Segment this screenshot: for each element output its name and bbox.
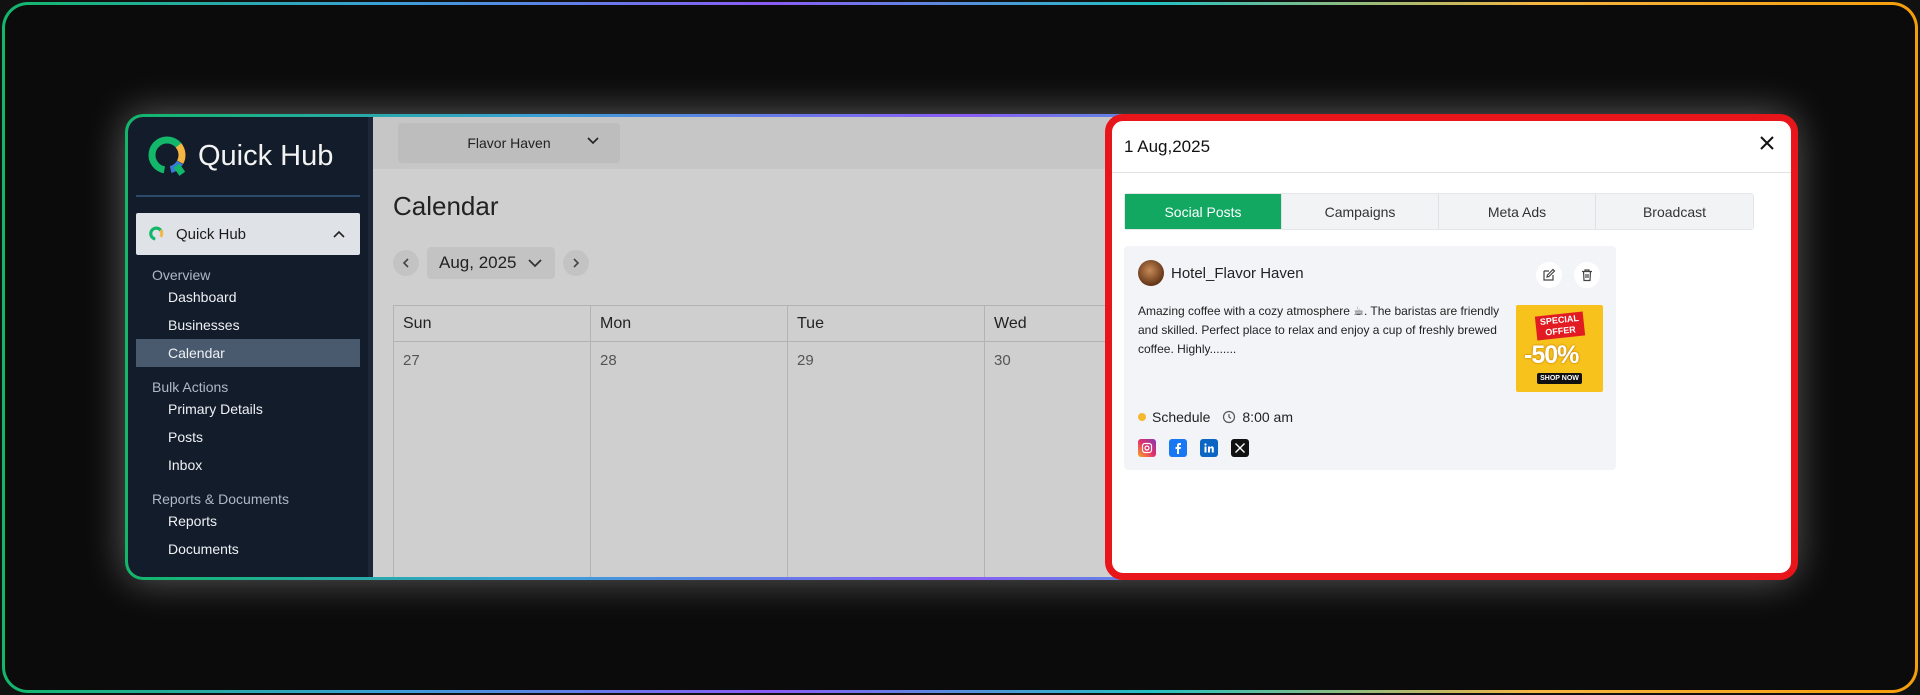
edit-post-button[interactable]: [1536, 262, 1562, 288]
workspace-logo-icon: [149, 226, 164, 241]
tab-campaigns[interactable]: Campaigns: [1282, 194, 1439, 229]
post-card: Hotel_Flavor Haven Amazing coffee with a…: [1124, 246, 1616, 470]
sidebar-item-documents[interactable]: Documents: [136, 535, 360, 563]
calendar-day-cell[interactable]: 28: [591, 342, 788, 577]
x-icon[interactable]: [1231, 439, 1249, 457]
clock-icon: [1223, 410, 1236, 424]
sidebar: Quick Hub Quick Hub Overview Dashboard B…: [128, 117, 368, 577]
panel-tabs: Social Posts Campaigns Meta Ads Broadcas…: [1124, 193, 1754, 230]
post-author-row: Hotel_Flavor Haven: [1138, 260, 1304, 286]
post-text: Amazing coffee with a cozy atmosphere ☕.…: [1138, 304, 1500, 356]
facebook-icon[interactable]: [1169, 439, 1187, 457]
platform-list: [1138, 439, 1249, 457]
month-label: Aug, 2025: [439, 253, 517, 272]
sidebar-item-dashboard[interactable]: Dashboard: [136, 283, 360, 311]
status-badge: Schedule: [1152, 409, 1211, 425]
trash-icon: [1582, 269, 1592, 282]
avatar: [1138, 260, 1164, 286]
post-image[interactable]: SPECIAL OFFER -50% SHOP NOW: [1516, 305, 1603, 392]
sidebar-item-inbox[interactable]: Inbox: [136, 451, 360, 479]
calendar-day-cell[interactable]: 27: [394, 342, 591, 577]
panel-date: 1 Aug,2025: [1124, 136, 1211, 156]
month-select[interactable]: Aug, 2025: [427, 247, 555, 279]
chevron-right-icon: [572, 258, 579, 268]
panel-header: 1 Aug,2025: [1112, 121, 1791, 173]
weekday-mon: Mon: [591, 306, 788, 341]
post-author: Hotel_Flavor Haven: [1171, 264, 1304, 282]
workspace-label: Quick Hub: [176, 225, 247, 243]
linkedin-icon[interactable]: [1200, 439, 1218, 457]
calendar-week-row: 27 28 29 30: [394, 342, 1192, 577]
promo-special-offer: SPECIAL OFFER: [1534, 311, 1586, 341]
brand-name: Quick Hub: [198, 139, 334, 172]
tab-broadcast[interactable]: Broadcast: [1596, 194, 1753, 229]
post-status-row: Schedule 8:00 am: [1138, 409, 1293, 425]
calendar-weekday-header: Sun Mon Tue Wed: [394, 306, 1192, 342]
calendar-day-cell[interactable]: 29: [788, 342, 985, 577]
chevron-left-icon: [402, 258, 409, 268]
nav-section-overview: Overview: [152, 267, 211, 283]
sidebar-item-reports[interactable]: Reports: [136, 507, 360, 535]
nav-section-reports: Reports & Documents: [152, 491, 289, 507]
promo-line2: OFFER: [1544, 324, 1577, 338]
page-title: Calendar: [393, 191, 499, 221]
business-select-value: Flavor Haven: [467, 135, 551, 151]
weekday-tue: Tue: [788, 306, 985, 341]
delete-post-button[interactable]: [1574, 262, 1600, 288]
status-dot: [1138, 413, 1146, 421]
tab-meta-ads[interactable]: Meta Ads: [1439, 194, 1596, 229]
close-icon[interactable]: [1755, 131, 1779, 155]
promo-cta: SHOP NOW: [1537, 373, 1582, 384]
sidebar-item-posts[interactable]: Posts: [136, 423, 360, 451]
promo-discount: -50%: [1524, 341, 1579, 369]
sidebar-item-calendar[interactable]: Calendar: [136, 339, 360, 367]
chevron-down-icon: [587, 137, 599, 145]
edit-icon: [1543, 268, 1556, 281]
month-navigator: Aug, 2025: [393, 247, 589, 279]
brand-row: Quick Hub: [136, 117, 360, 197]
calendar-grid: Sun Mon Tue Wed 27 28 29 30: [393, 305, 1193, 577]
post-time: 8:00 am: [1242, 409, 1293, 425]
sidebar-item-primary-details[interactable]: Primary Details: [136, 395, 360, 423]
weekday-sun: Sun: [394, 306, 591, 341]
prev-month-button[interactable]: [393, 250, 419, 276]
chevron-down-icon: [527, 259, 542, 268]
instagram-icon[interactable]: [1138, 439, 1156, 457]
nav-section-bulk-actions: Bulk Actions: [152, 379, 229, 395]
day-detail-panel: 1 Aug,2025 Social Posts Campaigns Meta A…: [1105, 114, 1798, 580]
next-month-button[interactable]: [562, 250, 589, 276]
sidebar-item-businesses[interactable]: Businesses: [136, 311, 360, 339]
workspace-toggle[interactable]: Quick Hub: [136, 213, 360, 255]
quick-hub-logo-icon: [148, 136, 186, 176]
business-select[interactable]: Flavor Haven: [398, 123, 620, 163]
chevron-up-icon: [333, 230, 345, 238]
tab-social-posts[interactable]: Social Posts: [1125, 194, 1282, 229]
